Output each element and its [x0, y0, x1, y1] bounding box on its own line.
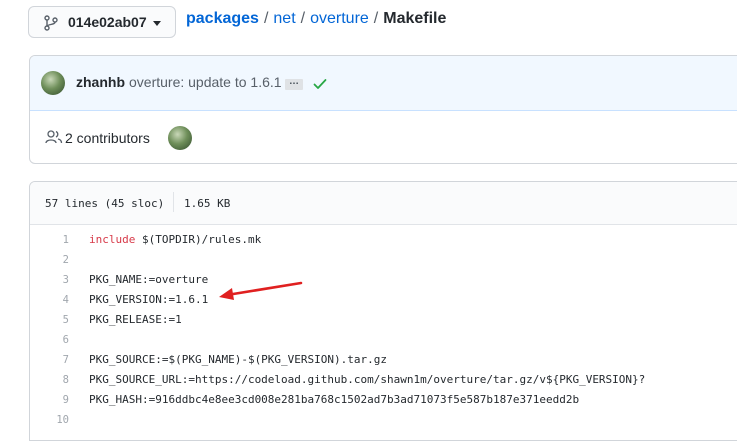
code-line: 4 PKG_VERSION:=1.6.1 — [30, 290, 737, 310]
line-content: PKG_SOURCE:=$(PKG_NAME)-$(PKG_VERSION).t… — [89, 350, 387, 370]
code-text: PKG_SOURCE:=$(PKG_NAME)-$(PKG_VERSION).t… — [89, 353, 388, 366]
code-line: 1 include $(TOPDIR)/rules.mk — [30, 230, 737, 250]
code-line: 8 PKG_SOURCE_URL:=https://codeload.github… — [30, 370, 737, 390]
file-line-count: 57 lines (45 sloc) — [45, 197, 165, 210]
breadcrumb-file-name: Makefile — [383, 10, 447, 27]
breadcrumb-separator: / — [263, 10, 269, 27]
line-content: PKG_VERSION:=1.6.1 — [89, 290, 208, 310]
line-content: PKG_HASH:=916ddbc4e8ee3cd008e281ba768c15… — [89, 390, 579, 410]
line-number[interactable]: 7 — [30, 350, 69, 370]
people-icon — [45, 130, 63, 144]
branch-label: 014e02ab07 — [68, 14, 147, 30]
contributors-link[interactable]: 2 contributors — [65, 130, 150, 146]
breadcrumb-separator: / — [300, 10, 306, 27]
author-avatar[interactable] — [41, 71, 65, 95]
line-number[interactable]: 6 — [30, 330, 69, 350]
line-number[interactable]: 3 — [30, 270, 69, 290]
line-number[interactable]: 9 — [30, 390, 69, 410]
commit-message-link[interactable]: overture: update to 1.6.1 — [129, 74, 282, 90]
file-viewer: 57 lines (45 sloc) 1.65 KB 1 include $(TO… — [29, 181, 737, 441]
line-content: PKG_NAME:=overture — [89, 270, 208, 290]
contributor-avatar[interactable] — [168, 126, 192, 150]
code-line: 6 — [30, 330, 737, 350]
code-view: 1 include $(TOPDIR)/rules.mk 2 3 PKG_NAME:=o… — [30, 230, 737, 430]
check-icon[interactable] — [312, 76, 328, 92]
commit-author-link[interactable]: zhanhb — [76, 74, 125, 90]
code-line: 7 PKG_SOURCE:=$(PKG_NAME)-$(PKG_VERSION).… — [30, 350, 737, 370]
code-line: 10 — [30, 410, 737, 430]
code-line: 3 PKG_NAME:=overture — [30, 270, 737, 290]
branch-select-button[interactable]: 014e02ab07 — [28, 6, 176, 38]
breadcrumb-repo-link[interactable]: packages — [186, 10, 259, 27]
breadcrumb-separator: / — [373, 10, 379, 27]
code-text: PKG_VERSION:=1.6.1 — [89, 293, 209, 306]
commit-header: zhanhb overture: update to 1.6.1 … — [30, 56, 737, 111]
code-text: PKG_HASH:=916ddbc4e8ee3cd008e281ba768c15… — [89, 393, 580, 406]
line-number[interactable]: 4 — [30, 290, 69, 310]
code-line: 2 — [30, 250, 737, 270]
line-number[interactable]: 1 — [30, 230, 69, 250]
code-line: 9 PKG_HASH:=916ddbc4e8ee3cd008e281ba768c1… — [30, 390, 737, 410]
line-content: PKG_RELEASE:=1 — [89, 310, 182, 330]
code-text: PKG_NAME:=overture — [89, 273, 209, 286]
line-number[interactable]: 8 — [30, 370, 69, 390]
file-info-header: 57 lines (45 sloc) 1.65 KB — [30, 182, 737, 225]
line-number[interactable]: 5 — [30, 310, 69, 330]
code-keyword: include — [89, 233, 136, 246]
expand-commit-button[interactable]: … — [285, 77, 303, 90]
code-line: 5 PKG_RELEASE:=1 — [30, 310, 737, 330]
contributors-row: 2 contributors — [30, 110, 737, 163]
chevron-down-icon — [153, 21, 161, 26]
breadcrumb: packages / net / overture / Makefile — [186, 10, 446, 28]
file-size: 1.65 KB — [184, 197, 231, 210]
red-arrow-annotation — [219, 281, 303, 300]
code-text: PKG_RELEASE:=1 — [89, 313, 182, 326]
line-content: PKG_SOURCE_URL:=https://codeload.github.… — [89, 370, 645, 390]
file-info-divider — [173, 192, 174, 212]
line-number[interactable]: 10 — [30, 410, 69, 430]
latest-commit-box: zhanhb overture: update to 1.6.1 … 2 con… — [29, 55, 737, 164]
code-text: $(TOPDIR)/rules.mk — [135, 233, 262, 246]
line-content: include $(TOPDIR)/rules.mk — [89, 230, 261, 250]
git-branch-icon — [44, 15, 58, 31]
code-text: PKG_SOURCE_URL:=https://codeload.github.… — [89, 373, 646, 386]
breadcrumb-net-link[interactable]: net — [273, 10, 295, 27]
line-number[interactable]: 2 — [30, 250, 69, 270]
breadcrumb-overture-link[interactable]: overture — [310, 10, 369, 27]
